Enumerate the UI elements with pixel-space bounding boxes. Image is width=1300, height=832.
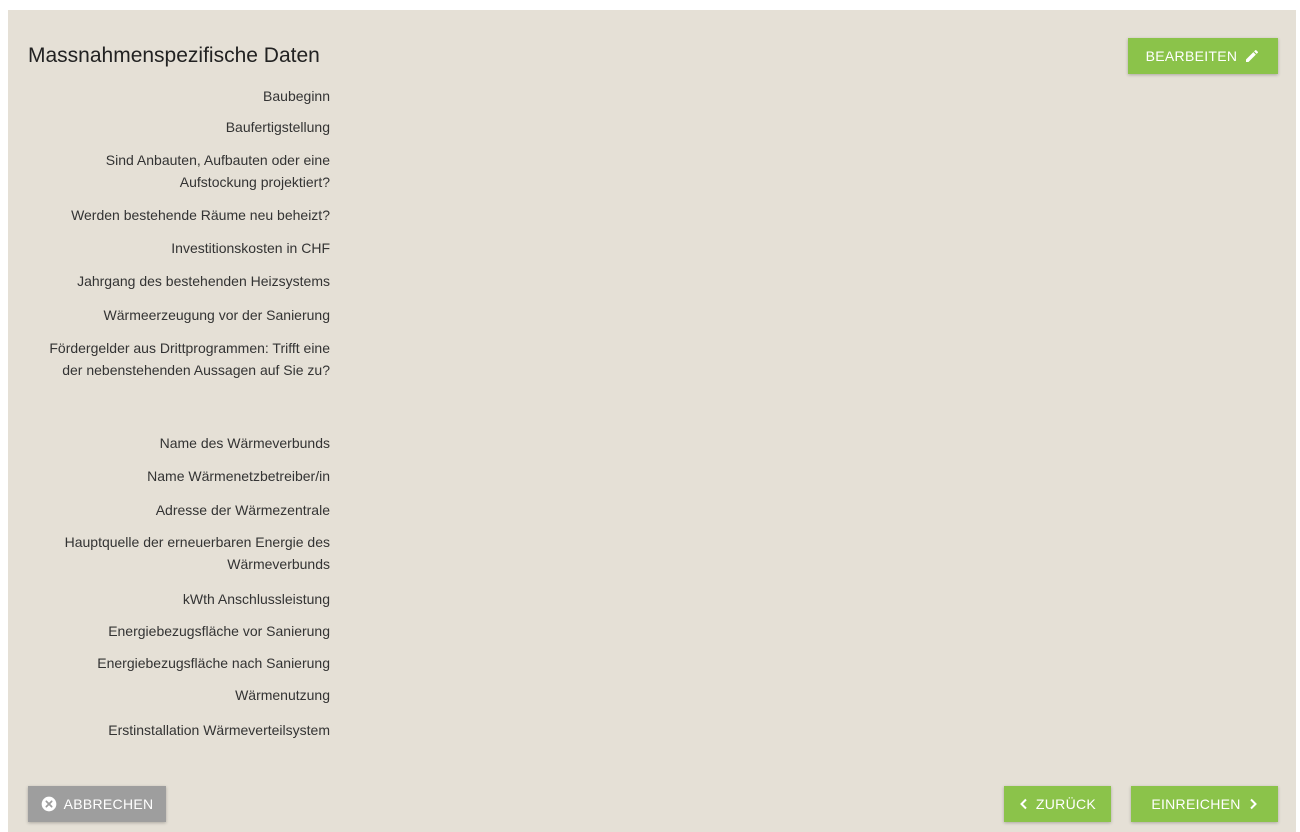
back-button[interactable]: ZURÜCK — [1004, 786, 1111, 822]
chevron-left-icon — [1019, 798, 1029, 810]
field-label: Energiebezugsfläche nach Sanierung — [97, 655, 330, 671]
field-label: Name des Wärmeverbunds — [159, 435, 330, 451]
chevron-right-icon — [1248, 798, 1258, 810]
cancel-button-label: ABBRECHEN — [63, 796, 154, 812]
field-label: Name Wärmenetzbetreiber/in — [147, 468, 330, 484]
pencil-icon — [1244, 48, 1260, 64]
field-label: Baubeginn — [263, 88, 330, 104]
cancel-button[interactable]: ABBRECHEN — [28, 786, 166, 822]
edit-button[interactable]: BEARBEITEN — [1128, 38, 1278, 74]
field-label: Fördergelder aus Drittprogrammen: Trifft… — [49, 340, 330, 378]
close-circle-icon — [41, 796, 57, 812]
form-panel: Massnahmenspezifische Daten BEARBEITEN B… — [8, 10, 1296, 832]
page-title: Massnahmenspezifische Daten — [28, 44, 320, 67]
field-label: Sind Anbauten, Aufbauten oder eine Aufst… — [105, 152, 330, 190]
field-label: Werden bestehende Räume neu beheizt? — [71, 207, 330, 223]
submit-button-label: EINREICHEN — [1151, 796, 1241, 812]
back-button-label: ZURÜCK — [1035, 796, 1097, 812]
field-label: Wärmeerzeugung vor der Sanierung — [103, 307, 330, 323]
edit-button-label: BEARBEITEN — [1145, 48, 1238, 64]
field-label: Adresse der Wärmezentrale — [155, 502, 330, 518]
field-label: Baufertigstellung — [225, 119, 330, 135]
field-label: Wärmenutzung — [235, 687, 330, 703]
field-label: Investitionskosten in CHF — [171, 240, 330, 256]
submit-button[interactable]: EINREICHEN — [1131, 786, 1278, 822]
field-label: Energiebezugsfläche vor Sanierung — [108, 623, 330, 639]
field-label: Hauptquelle der erneuerbaren Energie des… — [64, 534, 330, 572]
field-label: kWth Anschlussleistung — [182, 591, 330, 607]
field-label: Erstinstallation Wärmeverteilsystem — [108, 722, 330, 738]
field-label: Jahrgang des bestehenden Heizsystems — [77, 273, 330, 289]
